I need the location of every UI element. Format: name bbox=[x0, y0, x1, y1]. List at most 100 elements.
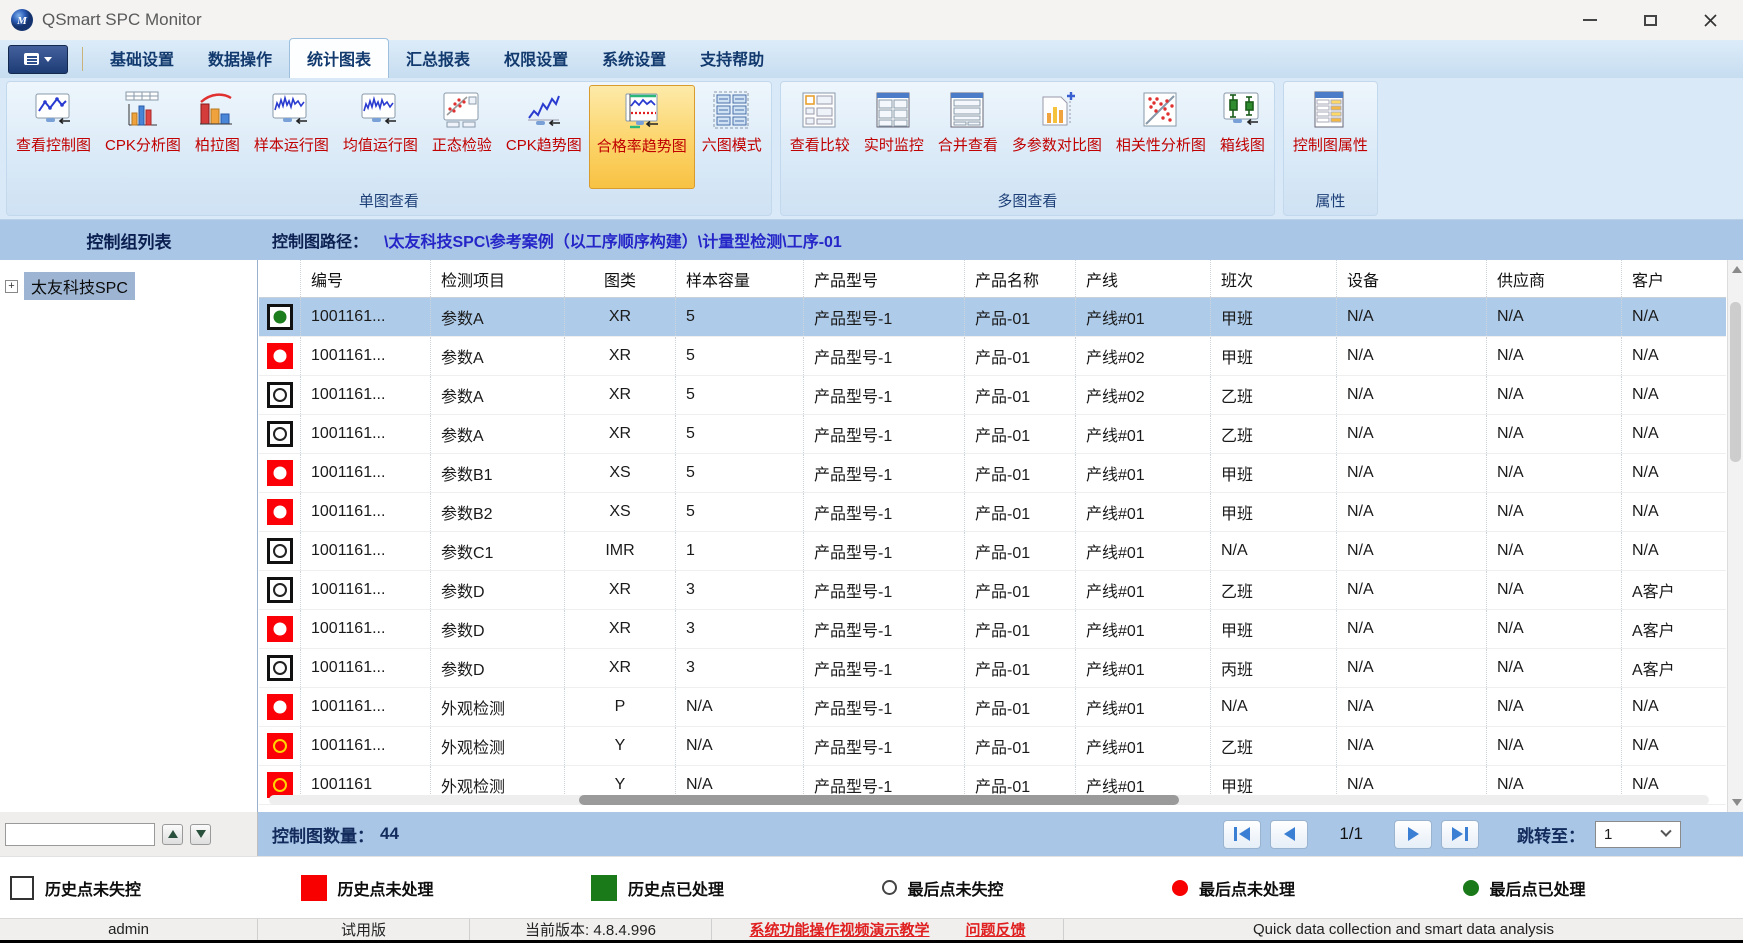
menu-tab[interactable]: 支持帮助 bbox=[683, 39, 781, 78]
multi-param-compare-icon bbox=[1037, 91, 1077, 129]
button-label: 合并查看 bbox=[938, 134, 998, 155]
pass-rate-trend-button[interactable]: 合格率趋势图 bbox=[589, 85, 695, 189]
table-row[interactable]: 1001161... 参数D XR 3 产品型号-1 产品-01 产线#01 乙… bbox=[259, 571, 1726, 610]
cpk-trend-button[interactable]: CPK趋势图 bbox=[499, 85, 589, 189]
table-row[interactable]: 1001161... 参数A XR 5 产品型号-1 产品-01 产线#01 乙… bbox=[259, 415, 1726, 454]
close-button[interactable] bbox=[1695, 7, 1725, 33]
search-up-button[interactable] bbox=[162, 824, 183, 845]
menu-tab[interactable]: 基础设置 bbox=[93, 39, 191, 78]
chart-properties-button[interactable]: 控制图属性 bbox=[1286, 85, 1375, 189]
pareto-button[interactable]: 柏拉图 bbox=[188, 85, 247, 189]
column-header[interactable]: 检测项目 bbox=[431, 260, 565, 297]
app-window: M QSmart SPC Monitor 基础设置 数据操作 统计图表 bbox=[0, 0, 1743, 943]
horizontal-scrollbar[interactable] bbox=[269, 795, 1709, 805]
scroll-up-icon[interactable] bbox=[1732, 266, 1742, 273]
sidebar-header: 控制组列表 bbox=[0, 228, 258, 253]
table-row[interactable]: 1001161... 参数D XR 3 产品型号-1 产品-01 产线#01 甲… bbox=[259, 610, 1726, 649]
table-row[interactable]: 1001161... 外观检测 P N/A 产品型号-1 产品-01 产线#01… bbox=[259, 688, 1726, 727]
search-down-button[interactable] bbox=[190, 824, 211, 845]
realtime-monitor-icon bbox=[874, 91, 914, 129]
realtime-monitor-button[interactable]: 实时监控 bbox=[857, 85, 931, 189]
cell-line: 产线#01 bbox=[1076, 493, 1211, 531]
cell-customer: A客户 bbox=[1622, 610, 1726, 648]
cell-device: N/A bbox=[1337, 727, 1487, 765]
cell-customer: A客户 bbox=[1622, 649, 1726, 687]
table-row[interactable]: 1001161... 参数A XR 5 产品型号-1 产品-01 产线#01 甲… bbox=[259, 298, 1726, 337]
normality-test-button[interactable]: 正态检验 bbox=[425, 85, 499, 189]
tree-search-input[interactable] bbox=[5, 823, 155, 846]
table-header-row: 编号 检测项目 图类 样本容量 产品型号 产品名称 产线 班次 设备 供应商 客… bbox=[259, 260, 1726, 298]
minimize-icon bbox=[1583, 19, 1597, 21]
table-row[interactable]: 1001161... 外观检测 Y N/A 产品型号-1 产品-01 产线#01… bbox=[259, 727, 1726, 766]
table-row[interactable]: 1001161... 参数B1 XS 5 产品型号-1 产品-01 产线#01 … bbox=[259, 454, 1726, 493]
tree-search-panel bbox=[0, 812, 258, 856]
pagination-controls: 1/1 bbox=[1223, 820, 1479, 849]
box-plot-button[interactable]: 箱线图 bbox=[1213, 85, 1272, 189]
correlation-analysis-button[interactable]: 相关性分析图 bbox=[1109, 85, 1213, 189]
cell-product-model: 产品型号-1 bbox=[804, 493, 965, 531]
column-header[interactable]: 样本容量 bbox=[676, 260, 804, 297]
jump-page-select[interactable]: 1 bbox=[1595, 821, 1681, 848]
video-tutorial-link[interactable]: 系统功能操作视频演示教学 bbox=[749, 919, 929, 940]
mean-run-chart-button[interactable]: 均值运行图 bbox=[336, 85, 425, 189]
arrow-down-icon bbox=[196, 830, 206, 838]
vertical-scrollbar[interactable] bbox=[1727, 260, 1743, 812]
cell-chart-type: Y bbox=[565, 727, 676, 765]
menu-tab[interactable]: 权限设置 bbox=[487, 39, 585, 78]
cell-customer: N/A bbox=[1622, 454, 1726, 492]
minimize-button[interactable] bbox=[1575, 7, 1605, 33]
menu-tab[interactable]: 统计图表 bbox=[289, 38, 389, 78]
table-row[interactable]: 1001161... 参数B2 XS 5 产品型号-1 产品-01 产线#01 … bbox=[259, 493, 1726, 532]
menu-tab[interactable]: 汇总报表 bbox=[389, 39, 487, 78]
six-chart-mode-button[interactable]: 六图模式 bbox=[695, 85, 769, 189]
cell-line: 产线#01 bbox=[1076, 298, 1211, 336]
vertical-scroll-thumb[interactable] bbox=[1730, 302, 1741, 462]
maximize-button[interactable] bbox=[1635, 7, 1665, 33]
column-header[interactable]: 产品名称 bbox=[965, 260, 1076, 297]
column-header[interactable]: 班次 bbox=[1211, 260, 1337, 297]
tree-item-root[interactable]: + 太友科技SPC bbox=[5, 272, 257, 300]
view-control-chart-button[interactable]: 查看控制图 bbox=[9, 85, 98, 189]
status-icon bbox=[267, 694, 293, 720]
table-row[interactable]: 1001161... 参数A XR 5 产品型号-1 产品-01 产线#02 乙… bbox=[259, 376, 1726, 415]
button-label: 实时监控 bbox=[864, 134, 924, 155]
menu-tab-label: 支持帮助 bbox=[700, 52, 764, 69]
last-page-button[interactable] bbox=[1441, 820, 1479, 849]
view-compare-button[interactable]: 查看比较 bbox=[783, 85, 857, 189]
column-header[interactable]: 供应商 bbox=[1487, 260, 1622, 297]
next-page-button[interactable] bbox=[1394, 820, 1432, 849]
menu-tab[interactable]: 系统设置 bbox=[585, 39, 683, 78]
column-header[interactable]: 图类 bbox=[565, 260, 676, 297]
table-row[interactable]: 1001161... 参数D XR 3 产品型号-1 产品-01 产线#01 丙… bbox=[259, 649, 1726, 688]
last-page-icon bbox=[1452, 827, 1463, 841]
column-header[interactable]: 客户 bbox=[1622, 260, 1726, 297]
status-icon bbox=[267, 733, 293, 759]
column-header[interactable]: 产线 bbox=[1076, 260, 1211, 297]
column-header[interactable]: 设备 bbox=[1337, 260, 1487, 297]
menu-tab[interactable]: 数据操作 bbox=[191, 39, 289, 78]
app-menu-button[interactable] bbox=[8, 45, 68, 74]
cell-id: 1001161... bbox=[301, 610, 431, 648]
tree-root-label[interactable]: 太友科技SPC bbox=[24, 272, 135, 300]
cpk-trend-icon bbox=[524, 91, 564, 129]
table-row[interactable]: 1001161... 参数A XR 5 产品型号-1 产品-01 产线#02 甲… bbox=[259, 337, 1726, 376]
tree-expand-icon[interactable]: + bbox=[5, 280, 18, 293]
cell-product-name: 产品-01 bbox=[965, 337, 1076, 375]
status-icon bbox=[267, 577, 293, 603]
merged-view-button[interactable]: 合并查看 bbox=[931, 85, 1005, 189]
prev-page-button[interactable] bbox=[1270, 820, 1308, 849]
cpk-analysis-button[interactable]: CPK分析图 bbox=[98, 85, 188, 189]
feedback-link[interactable]: 问题反馈 bbox=[966, 919, 1026, 940]
sample-run-chart-button[interactable]: 样本运行图 bbox=[247, 85, 336, 189]
horizontal-scroll-thumb[interactable] bbox=[579, 795, 1179, 805]
multi-param-compare-button[interactable]: 多参数对比图 bbox=[1005, 85, 1109, 189]
scroll-down-icon[interactable] bbox=[1732, 799, 1742, 806]
table-row[interactable]: 1001161... 参数C1 IMR 1 产品型号-1 产品-01 产线#01… bbox=[259, 532, 1726, 571]
cell-device: N/A bbox=[1337, 610, 1487, 648]
column-header[interactable]: 编号 bbox=[301, 260, 431, 297]
status-icon bbox=[267, 304, 293, 330]
first-page-button[interactable] bbox=[1223, 820, 1261, 849]
column-header[interactable]: 产品型号 bbox=[804, 260, 965, 297]
chart-path-value: \太友科技SPC\参考案例（以工序顺序构建）\计量型检测\工序-01 bbox=[384, 228, 842, 252]
cell-chart-type: XR bbox=[565, 571, 676, 609]
